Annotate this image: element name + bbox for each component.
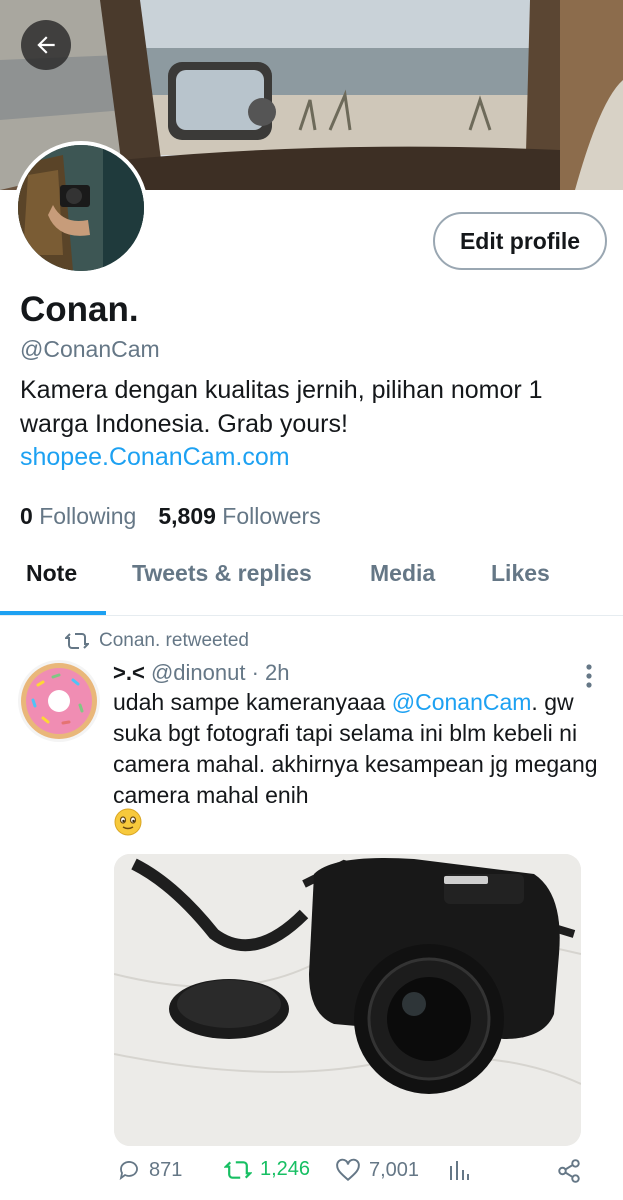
profile-stats: 0 Following 5,809 Followers [20,503,321,530]
tweet-author-avatar[interactable] [18,660,100,742]
profile-tabs: Note Tweets & replies Media Likes [0,548,623,616]
tweet-text: udah sampe kameranyaaa @ConanCam. gw suk… [113,687,603,811]
tweet-display-name[interactable]: >.< [113,660,145,685]
retweet-action-icon [224,1160,252,1179]
analytics-button[interactable] [447,1158,471,1182]
edit-profile-button[interactable]: Edit profile [433,212,607,270]
tab-likes[interactable]: Likes [491,560,550,587]
analytics-icon [450,1161,469,1180]
followers-label: Followers [222,503,321,529]
tweet-username[interactable]: @dinonut [151,660,246,685]
following-count: 0 [20,503,33,529]
tab-tweets-replies[interactable]: Tweets & replies [132,560,312,587]
retweet-count: 1,246 [260,1158,311,1180]
like-button[interactable]: 7,001 [335,1158,419,1182]
retweet-label: Conan. retweeted [99,630,249,651]
like-icon [336,1158,360,1182]
retweet-context[interactable]: Conan. retweeted [65,630,249,652]
share-button[interactable] [556,1158,582,1184]
smiling-face-emoji-icon [113,807,143,837]
tweet-actions: 871 1,246 7,001 [0,1158,623,1192]
donut-avatar-image [21,663,97,739]
tweet-more-button[interactable] [578,662,600,690]
reply-icon [119,1161,138,1181]
tab-note[interactable]: Note [26,560,77,587]
followers-count: 5,809 [158,503,216,529]
profile-website-link[interactable]: shopee.ConanCam.com [20,443,290,472]
tweet-mention-link[interactable]: @ConanCam [392,689,532,715]
tab-media[interactable]: Media [370,560,435,587]
share-icon [558,1159,580,1183]
reply-button[interactable]: 871 [117,1158,182,1182]
profile-avatar[interactable] [14,141,148,275]
profile-bio: Kamera dengan kualitas jernih, pilihan n… [20,376,543,438]
more-vertical-icon [586,664,592,688]
profile-handle: @ConanCam [20,336,160,362]
following-stat[interactable]: 0 Following [20,503,136,530]
following-label: Following [39,503,137,529]
camera-photo [114,854,581,1146]
reply-count: 871 [149,1158,183,1181]
tweet-header: >.< @dinonut · 2h [113,660,290,686]
back-arrow-icon [37,36,55,54]
tweet-media-image[interactable] [114,854,581,1146]
tweet-text-start: udah sampe kameranyaaa [113,689,392,715]
avatar-image [18,145,144,271]
tweet-time: · 2h [251,660,290,685]
back-button[interactable] [21,20,71,70]
retweet-icon [65,633,89,649]
like-count: 7,001 [369,1158,420,1181]
active-tab-indicator [0,611,106,615]
profile-name: Conan. [20,290,139,329]
retweet-button[interactable]: 1,246 [224,1158,310,1181]
followers-stat[interactable]: 5,809 Followers [158,503,320,530]
